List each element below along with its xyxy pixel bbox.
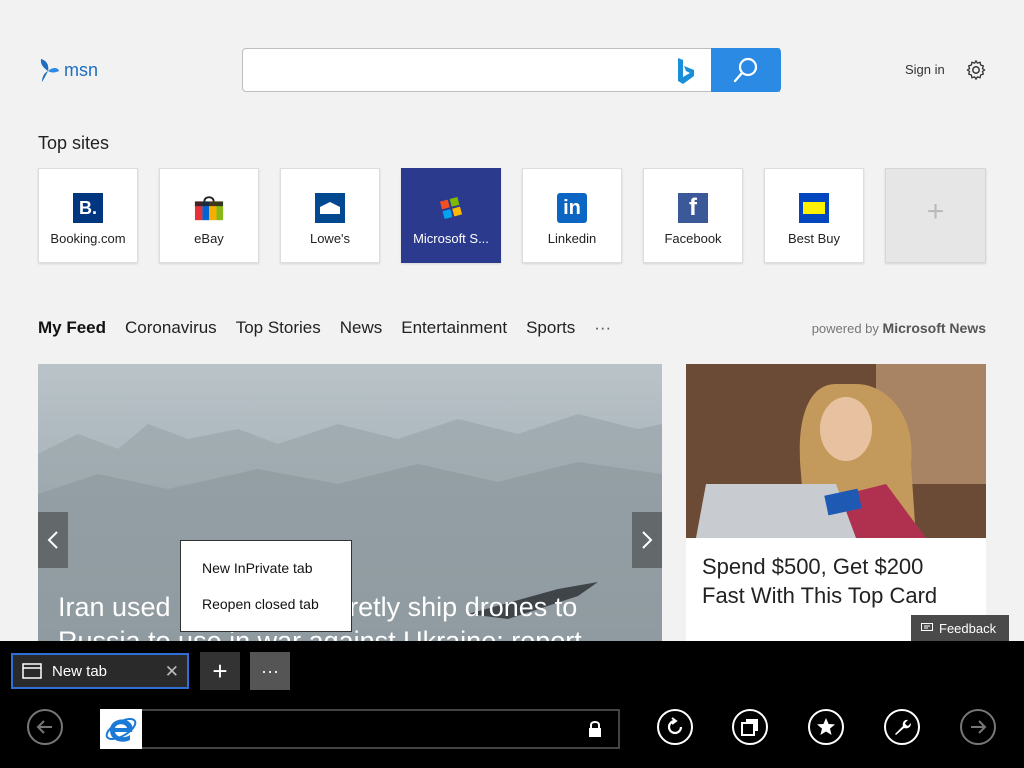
ad-photo-woman-laptop bbox=[686, 364, 986, 538]
msn-logo-text: msn bbox=[64, 59, 99, 80]
feed-tab-sports[interactable]: Sports bbox=[526, 318, 575, 338]
hero-next-button[interactable] bbox=[632, 512, 662, 568]
top-site-label: Lowe's bbox=[309, 231, 351, 246]
top-site-best-buy[interactable]: Best Buy bbox=[764, 168, 864, 263]
bing-icon bbox=[678, 58, 694, 84]
hero-title[interactable]: Iran used Belarus to secretly ship drone… bbox=[58, 590, 658, 641]
tab-options-button[interactable]: ··· bbox=[250, 652, 290, 690]
top-site-facebook[interactable]: f Facebook bbox=[643, 168, 743, 263]
linkedin-icon: in bbox=[557, 193, 587, 223]
new-tab-button[interactable]: + bbox=[200, 652, 240, 690]
top-site-label: eBay bbox=[194, 231, 224, 246]
powered-by-prefix: powered by bbox=[811, 321, 879, 336]
top-site-label: Facebook bbox=[664, 231, 722, 246]
top-site-microsoft-store[interactable]: Microsoft S... bbox=[401, 168, 501, 263]
feed-tab-my-feed[interactable]: My Feed bbox=[38, 318, 106, 338]
search-button[interactable] bbox=[711, 48, 781, 92]
arrow-left-icon bbox=[36, 720, 52, 734]
tabs-button[interactable] bbox=[732, 709, 768, 745]
hero-prev-button[interactable] bbox=[38, 512, 68, 568]
powered-by: powered by Microsoft News bbox=[812, 320, 986, 336]
internet-explorer-icon bbox=[100, 709, 142, 749]
ad-card[interactable]: Spend $500, Get $200 Fast With This Top … bbox=[686, 364, 986, 641]
feed-tab-news[interactable]: News bbox=[340, 318, 383, 338]
feedback-icon bbox=[921, 623, 933, 631]
close-icon[interactable]: ✕ bbox=[165, 662, 179, 682]
refresh-icon bbox=[667, 717, 683, 735]
tabs-icon bbox=[741, 719, 758, 736]
msn-logo[interactable]: msn bbox=[38, 55, 108, 85]
top-site-lowes[interactable]: Lowe's bbox=[280, 168, 380, 263]
forward-button[interactable] bbox=[960, 709, 996, 745]
address-input[interactable] bbox=[148, 717, 572, 743]
top-sites-title: Top sites bbox=[38, 133, 110, 153]
chevron-left-icon bbox=[47, 531, 58, 549]
search-input[interactable] bbox=[253, 57, 667, 85]
top-site-ebay[interactable]: eBay bbox=[159, 168, 259, 263]
lock-icon bbox=[589, 721, 601, 737]
gear-icon[interactable] bbox=[965, 59, 987, 81]
feed-tab-coronavirus[interactable]: Coronavirus bbox=[125, 318, 217, 338]
top-site-label: Linkedin bbox=[547, 231, 597, 246]
ad-title[interactable]: Spend $500, Get $200 Fast With This Top … bbox=[702, 552, 972, 610]
feed-nav: My Feed Coronavirus Top Stories News Ent… bbox=[38, 318, 630, 338]
tools-button[interactable] bbox=[884, 709, 920, 745]
address-bar[interactable] bbox=[100, 709, 620, 749]
chevron-right-icon bbox=[642, 531, 653, 549]
feed-tab-top-stories[interactable]: Top Stories bbox=[236, 318, 321, 338]
top-site-booking[interactable]: B. Booking.com bbox=[38, 168, 138, 263]
tab-page-icon bbox=[22, 663, 42, 679]
browser-tab[interactable]: New tab ✕ bbox=[11, 653, 189, 689]
arrow-right-icon bbox=[971, 720, 987, 734]
back-button[interactable] bbox=[27, 709, 63, 745]
ebay-icon bbox=[194, 193, 224, 223]
top-site-linkedin[interactable]: in Linkedin bbox=[522, 168, 622, 263]
booking-icon: B. bbox=[73, 193, 103, 223]
sign-in-link[interactable]: Sign in bbox=[905, 62, 945, 77]
facebook-icon: f bbox=[678, 193, 708, 223]
wrench-icon bbox=[895, 719, 911, 735]
tab-context-menu: New InPrivate tab Reopen closed tab bbox=[180, 540, 352, 632]
search-icon bbox=[733, 57, 758, 83]
plus-icon: + bbox=[926, 195, 945, 228]
feedback-label: Feedback bbox=[939, 620, 997, 636]
msn-butterfly-icon bbox=[40, 59, 59, 82]
search-box[interactable] bbox=[242, 48, 780, 92]
microsoft-store-icon bbox=[436, 193, 466, 223]
menu-item-new-inprivate-tab[interactable]: New InPrivate tab bbox=[181, 551, 351, 587]
menu-item-reopen-closed-tab[interactable]: Reopen closed tab bbox=[181, 587, 351, 623]
ad-image bbox=[686, 364, 986, 538]
feedback-button[interactable]: Feedback bbox=[911, 615, 1009, 641]
tab-title: New tab bbox=[52, 662, 108, 680]
feed-more-button[interactable]: ··· bbox=[594, 318, 611, 338]
star-icon bbox=[817, 718, 835, 735]
add-top-site-button[interactable]: + bbox=[885, 168, 986, 263]
top-site-label: Best Buy bbox=[787, 231, 841, 246]
favorites-button[interactable] bbox=[808, 709, 844, 745]
best-buy-icon bbox=[799, 193, 829, 223]
top-site-label: Microsoft S... bbox=[413, 231, 489, 246]
lowes-icon bbox=[315, 193, 345, 223]
top-site-label: Booking.com bbox=[50, 231, 126, 246]
powered-by-brand[interactable]: Microsoft News bbox=[883, 320, 986, 336]
refresh-button[interactable] bbox=[657, 709, 693, 745]
feed-tab-entertainment[interactable]: Entertainment bbox=[401, 318, 507, 338]
